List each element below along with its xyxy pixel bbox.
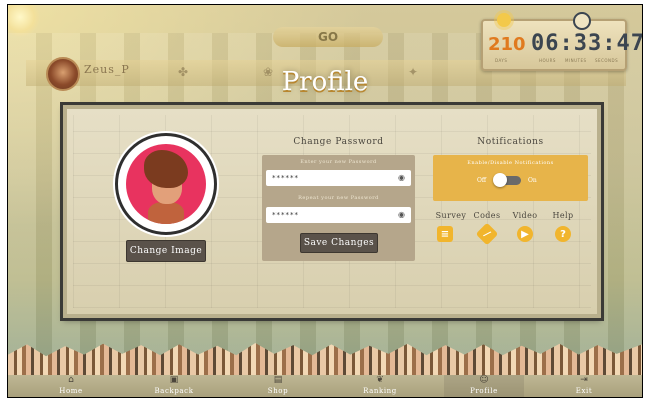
ranking-icon: ❦ xyxy=(376,375,384,385)
notifications-title: Notifications xyxy=(477,137,544,147)
app-frame: Zeus_P ✤ ❀ ✦ GO Profile 210 06:33:47 DAY… xyxy=(8,5,642,397)
nav-home[interactable]: ⌂ Home xyxy=(31,375,111,397)
countdown-timer: 210 06:33:47 DAYS HOURS MINUTES SECONDS xyxy=(481,12,642,71)
nav-shop-label: Shop xyxy=(267,387,289,395)
nav-profile-label: Profile xyxy=(470,387,498,395)
repeat-password-field[interactable]: ****** ◉ xyxy=(266,207,411,223)
help-link-label[interactable]: Help xyxy=(545,211,581,220)
home-icon: ⌂ xyxy=(68,375,74,385)
shop-icon: ▤ xyxy=(273,375,283,385)
profile-avatar xyxy=(115,133,217,235)
video-link-label[interactable]: Video xyxy=(507,211,543,220)
avatar-hair xyxy=(144,150,188,188)
new-password-label: Enter your new Password xyxy=(300,159,377,165)
game-logo: GO xyxy=(273,27,383,47)
repeat-password-value: ****** xyxy=(272,211,299,219)
nav-shop[interactable]: ▤ Shop xyxy=(238,375,318,397)
help-icon[interactable]: ? xyxy=(555,226,571,242)
backpack-icon: ▣ xyxy=(169,375,179,385)
new-password-field[interactable]: ****** ◉ xyxy=(266,170,411,186)
avatar-image xyxy=(126,144,206,224)
timer-hours-label: HOURS xyxy=(539,58,556,63)
toggle-knob xyxy=(493,173,507,187)
on-label: On xyxy=(528,177,537,184)
timer-days: 210 xyxy=(488,34,526,55)
repeat-password-label: Repeat your new Password xyxy=(298,195,379,201)
save-changes-button[interactable]: Save Changes xyxy=(300,233,378,253)
video-icon[interactable]: ▶ xyxy=(517,226,533,242)
nav-ranking-label: Ranking xyxy=(363,387,397,395)
timer-seconds-label: SECONDS xyxy=(595,58,619,63)
nav-exit-label: Exit xyxy=(575,387,593,395)
off-label: Off xyxy=(477,177,487,184)
timer-days-label: DAYS xyxy=(495,58,508,63)
avatar-body xyxy=(148,202,184,224)
profile-board: Change Image Change Password Enter your … xyxy=(60,102,604,321)
new-password-value: ****** xyxy=(272,174,299,182)
notifications-toggle-label: Enable/Disable Notifications xyxy=(467,160,554,166)
bottom-nav: ⌂ Home ▣ Backpack ▤ Shop ❦ Ranking ☺ Pro… xyxy=(8,375,642,397)
eye-off-icon[interactable]: ◉ xyxy=(398,173,405,182)
timer-minutes-label: MINUTES xyxy=(565,58,587,63)
nav-home-label: Home xyxy=(59,387,83,395)
nav-profile[interactable]: ☺ Profile xyxy=(444,375,524,397)
change-password-title: Change Password xyxy=(293,137,384,147)
profile-icon: ☺ xyxy=(479,375,489,385)
change-image-button[interactable]: Change Image xyxy=(126,240,206,262)
change-password-panel: Enter your new Password ****** ◉ Repeat … xyxy=(262,155,415,261)
eye-off-icon[interactable]: ◉ xyxy=(398,210,405,219)
timer-time: 06:33:47 xyxy=(531,31,642,56)
nav-backpack[interactable]: ▣ Backpack xyxy=(134,375,214,397)
nav-ranking[interactable]: ❦ Ranking xyxy=(340,375,420,397)
nav-exit[interactable]: ⇥ Exit xyxy=(544,375,624,397)
exit-icon: ⇥ xyxy=(580,375,588,385)
clock-icon xyxy=(573,12,591,30)
survey-icon[interactable]: ≡ xyxy=(437,226,453,242)
notifications-toggle[interactable] xyxy=(493,173,521,187)
nav-backpack-label: Backpack xyxy=(154,387,194,395)
sun-icon xyxy=(497,13,511,27)
codes-link-label[interactable]: Codes xyxy=(469,211,505,220)
notifications-panel: Enable/Disable Notifications Off On xyxy=(433,155,588,201)
page-title: Profile xyxy=(281,67,369,97)
survey-link-label[interactable]: Survey xyxy=(433,211,469,220)
